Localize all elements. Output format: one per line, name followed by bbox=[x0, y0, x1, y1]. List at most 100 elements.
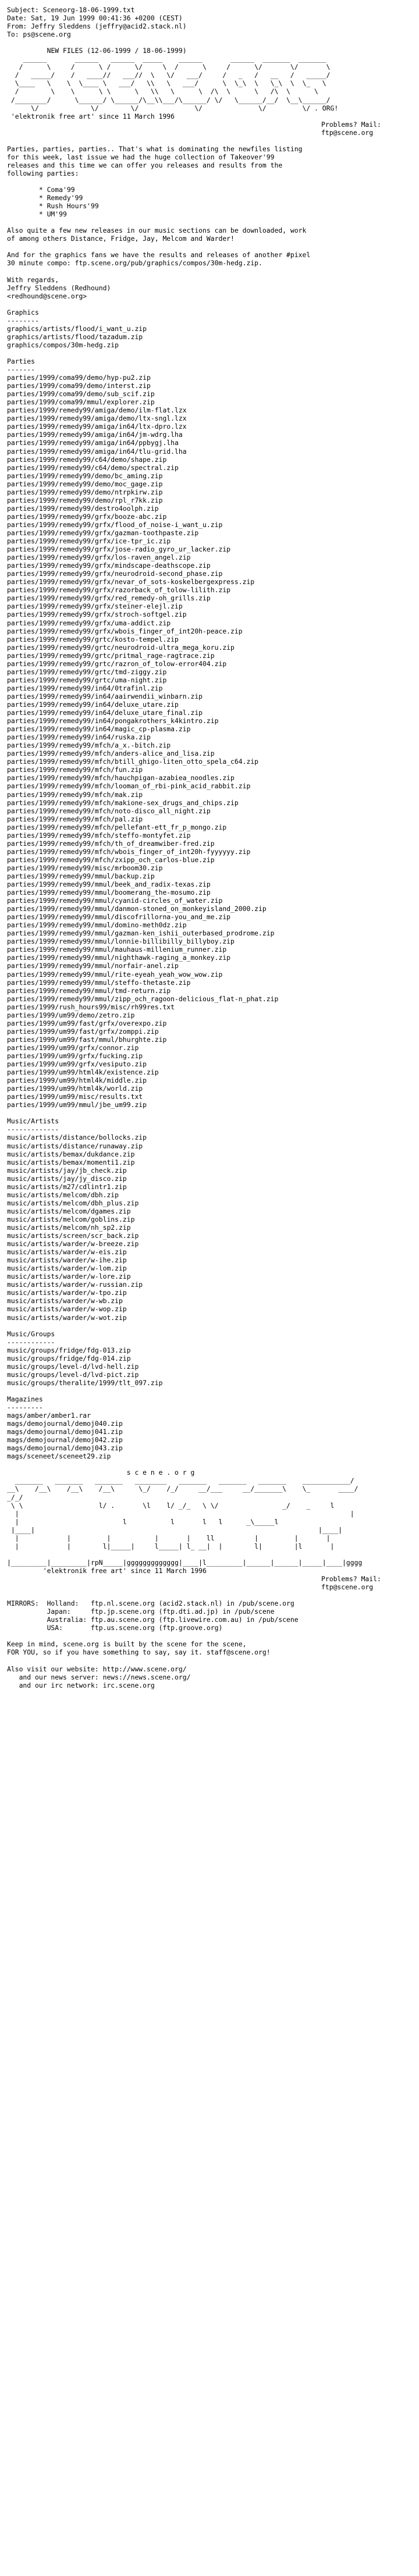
irc-link-line[interactable]: and our irc network: irc.scene.org bbox=[7, 1681, 412, 1689]
file-path[interactable]: music/artists/distance/bollocks.zip bbox=[7, 1133, 412, 1141]
file-path[interactable]: mags/amber/amber1.rar bbox=[7, 1411, 412, 1419]
file-path[interactable]: parties/1999/remedy99/mfch/pal.zip bbox=[7, 815, 412, 823]
file-path[interactable]: parties/1999/um99/grfx/fucking.zip bbox=[7, 1052, 412, 1060]
file-path[interactable]: music/artists/distance/runaway.zip bbox=[7, 1142, 412, 1150]
file-path[interactable]: parties/1999/remedy99/mfch/btill_ghigo-l… bbox=[7, 757, 412, 766]
file-path[interactable]: parties/1999/remedy99/grfx/wbois_finger_… bbox=[7, 627, 412, 635]
file-path[interactable]: parties/1999/remedy99/mfch/makione-sex_d… bbox=[7, 799, 412, 807]
file-path[interactable]: music/groups/theralite/1999/tlt_097.zip bbox=[7, 1379, 412, 1387]
file-path[interactable]: parties/1999/remedy99/in64/deluxe_utare.… bbox=[7, 700, 412, 709]
file-path[interactable]: parties/1999/coma99/demo/hyp-pu2.zip bbox=[7, 373, 412, 382]
file-path[interactable]: parties/1999/um99/html4k/existence.zip bbox=[7, 1068, 412, 1076]
file-path[interactable]: parties/1999/remedy99/amiga/in64/jm-wdrg… bbox=[7, 430, 412, 439]
file-path[interactable]: parties/1999/remedy99/mfch/anders-alice_… bbox=[7, 749, 412, 757]
file-path[interactable]: parties/1999/remedy99/grtc/neurodroid-ul… bbox=[7, 643, 412, 652]
file-path[interactable]: parties/1999/um99/fast/grfx/zomppi.zip bbox=[7, 1027, 412, 1036]
file-path[interactable]: parties/1999/remedy99/in64/pongakrothers… bbox=[7, 717, 412, 725]
file-path[interactable]: parties/1999/remedy99/in64/0trafinl.zip bbox=[7, 684, 412, 692]
file-path[interactable]: mags/demojournal/demoj042.zip bbox=[7, 1436, 412, 1444]
file-path[interactable]: parties/1999/remedy99/amiga/demo/ilm-fla… bbox=[7, 406, 412, 414]
file-path[interactable]: parties/1999/remedy99/mmul/norfair-anel.… bbox=[7, 962, 412, 970]
file-path[interactable]: parties/1999/remedy99/grfx/flood_of_nois… bbox=[7, 521, 412, 529]
file-path[interactable]: parties/1999/remedy99/mfch/mak.zip bbox=[7, 791, 412, 799]
file-path[interactable]: music/artists/bemax/dukdance.zip bbox=[7, 1150, 412, 1158]
file-path[interactable]: music/artists/warder/w-wb.zip bbox=[7, 1297, 412, 1305]
file-path[interactable]: parties/1999/remedy99/grfx/los-raven_ang… bbox=[7, 553, 412, 561]
file-path[interactable]: parties/1999/remedy99/mmul/discofrillorn… bbox=[7, 913, 412, 921]
file-path[interactable]: music/artists/warder/w-breeze.zip bbox=[7, 1240, 412, 1248]
file-path[interactable]: parties/1999/remedy99/c64/demo/shape.zip bbox=[7, 456, 412, 464]
file-path[interactable]: parties/1999/remedy99/demo/rpl_r7kk.zip bbox=[7, 496, 412, 504]
file-path[interactable]: music/artists/warder/w-lom.zip bbox=[7, 1264, 412, 1272]
file-path[interactable]: parties/1999/remedy99/grfx/jose-radio_gy… bbox=[7, 545, 412, 553]
file-path[interactable]: music/artists/warder/w-ihe.zip bbox=[7, 1256, 412, 1264]
file-path[interactable]: parties/1999/remedy99/grfx/uma-addict.zi… bbox=[7, 619, 412, 627]
file-path[interactable]: music/groups/fridge/fdg-014.zip bbox=[7, 1354, 412, 1362]
file-path[interactable]: parties/1999/remedy99/grtc/tmd-ziggy.zip bbox=[7, 668, 412, 676]
file-path[interactable]: parties/1999/remedy99/grfx/gazman-toothp… bbox=[7, 529, 412, 537]
file-path[interactable]: parties/1999/um99/fast/mmul/bhurghte.zip bbox=[7, 1036, 412, 1044]
file-path[interactable]: parties/1999/remedy99/grfx/booze-abc.zip bbox=[7, 513, 412, 521]
file-path[interactable]: parties/1999/um99/grfx/vesiputo.zip bbox=[7, 1060, 412, 1068]
file-path[interactable]: graphics/compos/30m-hedg.zip bbox=[7, 341, 412, 349]
file-path[interactable]: parties/1999/um99/fast/grfx/overexpo.zip bbox=[7, 1019, 412, 1027]
file-path[interactable]: parties/1999/remedy99/grtc/kosto-tempel.… bbox=[7, 635, 412, 643]
file-path[interactable]: parties/1999/coma99/demo/interst.zip bbox=[7, 382, 412, 390]
file-path[interactable]: parties/1999/remedy99/mmul/nighthawk-rag… bbox=[7, 953, 412, 962]
file-path[interactable]: parties/1999/remedy99/demo/moc_gage.zip bbox=[7, 480, 412, 488]
file-path[interactable]: parties/1999/coma99/mmul/explorer.zip bbox=[7, 398, 412, 406]
file-path[interactable]: parties/1999/remedy99/mmul/backup.zip bbox=[7, 872, 412, 880]
file-path[interactable]: parties/1999/remedy99/c64/demo/spectral.… bbox=[7, 464, 412, 472]
file-path[interactable]: parties/1999/remedy99/mmul/mauhaus-mille… bbox=[7, 945, 412, 953]
file-path[interactable]: music/artists/melcom/dbh_plus.zip bbox=[7, 1199, 412, 1207]
file-path[interactable]: parties/1999/remedy99/grfx/steiner-elejl… bbox=[7, 602, 412, 610]
file-path[interactable]: music/artists/warder/w-wot.zip bbox=[7, 1314, 412, 1322]
file-path[interactable]: music/artists/jay/jb_check.zip bbox=[7, 1166, 412, 1175]
file-path[interactable]: parties/1999/remedy99/mmul/steffo-thetas… bbox=[7, 979, 412, 987]
file-path[interactable]: parties/1999/remedy99/in64/ruska.zip bbox=[7, 733, 412, 741]
file-path[interactable]: parties/1999/remedy99/mfch/th_of_dreamwi… bbox=[7, 839, 412, 848]
file-path[interactable]: parties/1999/remedy99/mmul/domino-meth0d… bbox=[7, 921, 412, 929]
file-path[interactable]: parties/1999/remedy99/mmul/rite-eyeah_ye… bbox=[7, 970, 412, 979]
file-path[interactable]: parties/1999/remedy99/grtc/razron_of_tol… bbox=[7, 660, 412, 668]
file-path[interactable]: parties/1999/remedy99/mfch/wbois_finger_… bbox=[7, 848, 412, 856]
file-path[interactable]: music/groups/level-d/lvd-hell.zip bbox=[7, 1362, 412, 1371]
file-path[interactable]: parties/1999/um99/grfx/connor.zip bbox=[7, 1044, 412, 1052]
file-path[interactable]: parties/1999/remedy99/mfch/steffo-montyf… bbox=[7, 831, 412, 839]
website-link-line[interactable]: Also visit our website: http://www.scene… bbox=[7, 1665, 412, 1673]
file-path[interactable]: parties/1999/remedy99/destro4oolph.zip bbox=[7, 504, 412, 513]
file-path[interactable]: parties/1999/coma99/demo/sub_scif.zip bbox=[7, 390, 412, 398]
file-path[interactable]: parties/1999/um99/mmul/jbe_um99.zip bbox=[7, 1101, 412, 1109]
file-path[interactable]: mags/sceneet/sceneet29.zip bbox=[7, 1452, 412, 1460]
file-path[interactable]: parties/1999/remedy99/grfx/nevar_of_sots… bbox=[7, 578, 412, 586]
file-path[interactable]: parties/1999/remedy99/mmul/danmon-stoned… bbox=[7, 905, 412, 913]
file-path[interactable]: parties/1999/remedy99/mmul/boomerang_the… bbox=[7, 888, 412, 896]
file-path[interactable]: parties/1999/remedy99/grfx/stroch-softge… bbox=[7, 610, 412, 618]
file-path[interactable]: parties/1999/um99/demo/zetro.zip bbox=[7, 1011, 412, 1019]
file-path[interactable]: parties/1999/um99/html4k/middle.zip bbox=[7, 1076, 412, 1084]
file-path[interactable]: music/artists/melcom/nh_sp2.zip bbox=[7, 1223, 412, 1232]
file-path[interactable]: parties/1999/remedy99/amiga/in64/tlu-gri… bbox=[7, 447, 412, 456]
file-path[interactable]: parties/1999/remedy99/mfch/pellefant-ett… bbox=[7, 823, 412, 831]
file-path[interactable]: parties/1999/remedy99/grtc/uma-night.zip bbox=[7, 676, 412, 684]
file-path[interactable]: parties/1999/um99/misc/results.txt bbox=[7, 1093, 412, 1101]
file-path[interactable]: music/artists/warder/w-russian.zip bbox=[7, 1280, 412, 1289]
file-path[interactable]: parties/1999/remedy99/in64/deluxe_utare_… bbox=[7, 709, 412, 717]
file-path[interactable]: parties/1999/remedy99/amiga/in64/ppbygj.… bbox=[7, 439, 412, 447]
file-path[interactable]: music/artists/melcom/dbh.zip bbox=[7, 1191, 412, 1199]
file-path[interactable]: music/artists/warder/w-eis.zip bbox=[7, 1248, 412, 1256]
file-path[interactable]: parties/1999/remedy99/mfch/fun.zip bbox=[7, 766, 412, 774]
file-path[interactable]: parties/1999/remedy99/mmul/tmd-return.zi… bbox=[7, 987, 412, 995]
file-path[interactable]: parties/1999/remedy99/grfx/red_remedy-oh… bbox=[7, 594, 412, 602]
file-path[interactable]: music/artists/warder/w-wop.zip bbox=[7, 1305, 412, 1313]
file-path[interactable]: parties/1999/remedy99/mmul/zipp_och_rago… bbox=[7, 995, 412, 1003]
file-path[interactable]: mags/demojournal/demoj041.zip bbox=[7, 1428, 412, 1436]
file-path[interactable]: parties/1999/remedy99/grfx/razorback_of_… bbox=[7, 586, 412, 594]
file-path[interactable]: parties/1999/remedy99/grfx/ice-tpr_ic.zi… bbox=[7, 537, 412, 545]
file-path[interactable]: parties/1999/rush_hours99/misc/rh99res.t… bbox=[7, 1003, 412, 1011]
file-path[interactable]: parties/1999/remedy99/mmul/cyanid-circle… bbox=[7, 896, 412, 905]
file-path[interactable]: parties/1999/remedy99/in64/aairwendii_wi… bbox=[7, 692, 412, 700]
file-path[interactable]: music/artists/warder/w-lore.zip bbox=[7, 1272, 412, 1280]
file-path[interactable]: music/groups/level-d/lvd-pict.zip bbox=[7, 1371, 412, 1379]
file-path[interactable]: parties/1999/remedy99/amiga/demo/ltx-sng… bbox=[7, 414, 412, 422]
